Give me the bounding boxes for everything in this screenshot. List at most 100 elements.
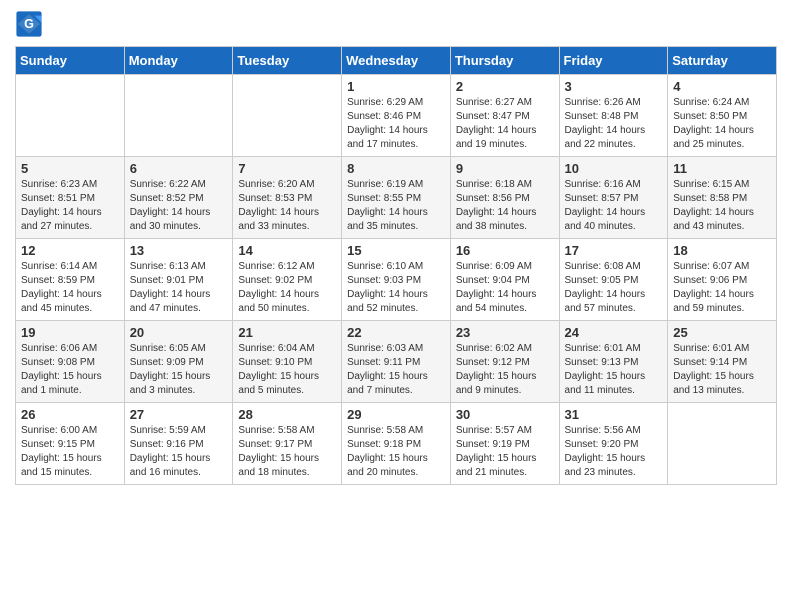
day-info: Sunrise: 6:05 AM Sunset: 9:09 PM Dayligh… [130, 342, 228, 398]
sunrise-label: Sunrise: 6:07 AM [673, 261, 749, 272]
day-number: 15 [347, 243, 445, 258]
day-number: 31 [565, 407, 663, 422]
day-info: Sunrise: 6:20 AM Sunset: 8:53 PM Dayligh… [238, 178, 336, 234]
daylight-label: Daylight: 15 hours and 1 minute. [21, 371, 102, 396]
day-info: Sunrise: 5:59 AM Sunset: 9:16 PM Dayligh… [130, 424, 228, 480]
day-number: 10 [565, 161, 663, 176]
sunrise-label: Sunrise: 6:14 AM [21, 261, 97, 272]
sunset-label: Sunset: 9:17 PM [238, 439, 312, 450]
day-number: 13 [130, 243, 228, 258]
day-cell: 5 Sunrise: 6:23 AM Sunset: 8:51 PM Dayli… [16, 157, 125, 239]
daylight-label: Daylight: 14 hours and 50 minutes. [238, 289, 319, 314]
sunrise-label: Sunrise: 6:24 AM [673, 97, 749, 108]
daylight-label: Daylight: 14 hours and 38 minutes. [456, 207, 537, 232]
day-number: 11 [673, 161, 771, 176]
sunset-label: Sunset: 8:51 PM [21, 193, 95, 204]
daylight-label: Daylight: 14 hours and 45 minutes. [21, 289, 102, 314]
day-info: Sunrise: 6:01 AM Sunset: 9:13 PM Dayligh… [565, 342, 663, 398]
sunset-label: Sunset: 9:01 PM [130, 275, 204, 286]
day-cell: 18 Sunrise: 6:07 AM Sunset: 9:06 PM Dayl… [668, 239, 777, 321]
daylight-label: Daylight: 14 hours and 59 minutes. [673, 289, 754, 314]
daylight-label: Daylight: 15 hours and 3 minutes. [130, 371, 211, 396]
col-header-monday: Monday [124, 47, 233, 75]
daylight-label: Daylight: 15 hours and 15 minutes. [21, 453, 102, 478]
day-info: Sunrise: 5:58 AM Sunset: 9:18 PM Dayligh… [347, 424, 445, 480]
day-info: Sunrise: 6:09 AM Sunset: 9:04 PM Dayligh… [456, 260, 554, 316]
day-info: Sunrise: 6:00 AM Sunset: 9:15 PM Dayligh… [21, 424, 119, 480]
day-cell: 12 Sunrise: 6:14 AM Sunset: 8:59 PM Dayl… [16, 239, 125, 321]
sunset-label: Sunset: 9:02 PM [238, 275, 312, 286]
sunrise-label: Sunrise: 6:20 AM [238, 179, 314, 190]
day-cell [668, 403, 777, 485]
day-info: Sunrise: 6:03 AM Sunset: 9:11 PM Dayligh… [347, 342, 445, 398]
day-number: 16 [456, 243, 554, 258]
day-number: 30 [456, 407, 554, 422]
day-cell: 24 Sunrise: 6:01 AM Sunset: 9:13 PM Dayl… [559, 321, 668, 403]
sunrise-label: Sunrise: 6:10 AM [347, 261, 423, 272]
sunset-label: Sunset: 9:12 PM [456, 357, 530, 368]
sunset-label: Sunset: 8:47 PM [456, 111, 530, 122]
day-number: 29 [347, 407, 445, 422]
day-number: 3 [565, 79, 663, 94]
sunrise-label: Sunrise: 6:16 AM [565, 179, 641, 190]
day-info: Sunrise: 6:24 AM Sunset: 8:50 PM Dayligh… [673, 96, 771, 152]
logo: G [15, 10, 47, 38]
sunrise-label: Sunrise: 6:02 AM [456, 343, 532, 354]
sunrise-label: Sunrise: 5:59 AM [130, 425, 206, 436]
sunset-label: Sunset: 9:03 PM [347, 275, 421, 286]
day-cell: 8 Sunrise: 6:19 AM Sunset: 8:55 PM Dayli… [342, 157, 451, 239]
sunset-label: Sunset: 9:20 PM [565, 439, 639, 450]
day-number: 17 [565, 243, 663, 258]
sunset-label: Sunset: 9:18 PM [347, 439, 421, 450]
day-number: 28 [238, 407, 336, 422]
day-number: 2 [456, 79, 554, 94]
day-cell: 28 Sunrise: 5:58 AM Sunset: 9:17 PM Dayl… [233, 403, 342, 485]
day-number: 24 [565, 325, 663, 340]
day-number: 19 [21, 325, 119, 340]
day-cell: 29 Sunrise: 5:58 AM Sunset: 9:18 PM Dayl… [342, 403, 451, 485]
daylight-label: Daylight: 15 hours and 16 minutes. [130, 453, 211, 478]
day-cell [233, 75, 342, 157]
sunrise-label: Sunrise: 5:56 AM [565, 425, 641, 436]
daylight-label: Daylight: 14 hours and 43 minutes. [673, 207, 754, 232]
day-info: Sunrise: 6:16 AM Sunset: 8:57 PM Dayligh… [565, 178, 663, 234]
day-info: Sunrise: 6:22 AM Sunset: 8:52 PM Dayligh… [130, 178, 228, 234]
sunrise-label: Sunrise: 6:01 AM [565, 343, 641, 354]
daylight-label: Daylight: 15 hours and 9 minutes. [456, 371, 537, 396]
day-number: 27 [130, 407, 228, 422]
day-info: Sunrise: 6:06 AM Sunset: 9:08 PM Dayligh… [21, 342, 119, 398]
daylight-label: Daylight: 14 hours and 30 minutes. [130, 207, 211, 232]
sunrise-label: Sunrise: 6:04 AM [238, 343, 314, 354]
sunset-label: Sunset: 9:11 PM [347, 357, 420, 368]
daylight-label: Daylight: 14 hours and 17 minutes. [347, 125, 428, 150]
sunset-label: Sunset: 9:19 PM [456, 439, 530, 450]
daylight-label: Daylight: 15 hours and 18 minutes. [238, 453, 319, 478]
daylight-label: Daylight: 14 hours and 52 minutes. [347, 289, 428, 314]
sunrise-label: Sunrise: 6:06 AM [21, 343, 97, 354]
daylight-label: Daylight: 14 hours and 40 minutes. [565, 207, 646, 232]
daylight-label: Daylight: 15 hours and 20 minutes. [347, 453, 428, 478]
sunrise-label: Sunrise: 5:57 AM [456, 425, 532, 436]
sunrise-label: Sunrise: 5:58 AM [238, 425, 314, 436]
day-cell: 22 Sunrise: 6:03 AM Sunset: 9:11 PM Dayl… [342, 321, 451, 403]
sunset-label: Sunset: 8:57 PM [565, 193, 639, 204]
sunset-label: Sunset: 8:50 PM [673, 111, 747, 122]
day-cell: 17 Sunrise: 6:08 AM Sunset: 9:05 PM Dayl… [559, 239, 668, 321]
daylight-label: Daylight: 15 hours and 5 minutes. [238, 371, 319, 396]
daylight-label: Daylight: 14 hours and 27 minutes. [21, 207, 102, 232]
col-header-tuesday: Tuesday [233, 47, 342, 75]
day-cell: 14 Sunrise: 6:12 AM Sunset: 9:02 PM Dayl… [233, 239, 342, 321]
daylight-label: Daylight: 14 hours and 54 minutes. [456, 289, 537, 314]
sunrise-label: Sunrise: 6:27 AM [456, 97, 532, 108]
day-info: Sunrise: 6:18 AM Sunset: 8:56 PM Dayligh… [456, 178, 554, 234]
sunrise-label: Sunrise: 6:12 AM [238, 261, 314, 272]
sunset-label: Sunset: 8:52 PM [130, 193, 204, 204]
calendar-table: SundayMondayTuesdayWednesdayThursdayFrid… [15, 46, 777, 485]
day-info: Sunrise: 6:14 AM Sunset: 8:59 PM Dayligh… [21, 260, 119, 316]
daylight-label: Daylight: 14 hours and 19 minutes. [456, 125, 537, 150]
sunset-label: Sunset: 8:59 PM [21, 275, 95, 286]
day-cell [16, 75, 125, 157]
sunset-label: Sunset: 9:06 PM [673, 275, 747, 286]
day-number: 14 [238, 243, 336, 258]
day-cell: 20 Sunrise: 6:05 AM Sunset: 9:09 PM Dayl… [124, 321, 233, 403]
